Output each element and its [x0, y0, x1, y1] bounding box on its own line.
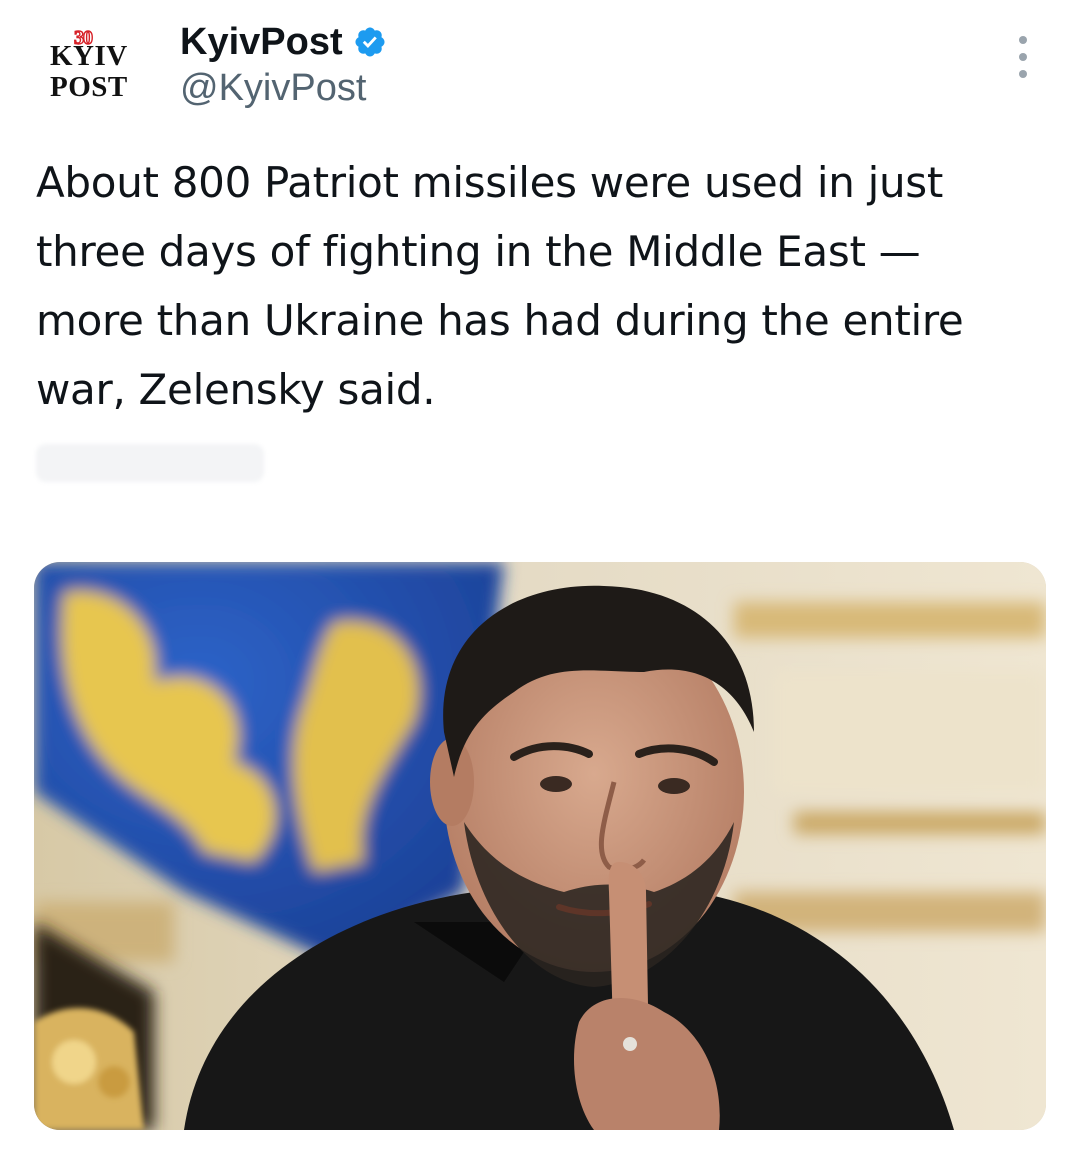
avatar[interactable]: 30 KYIV POST: [34, 26, 146, 106]
verified-badge-icon: [353, 25, 387, 59]
photo-illustration: [34, 562, 1046, 1130]
more-dot: [1019, 70, 1027, 78]
display-name[interactable]: KyivPost: [180, 20, 343, 64]
more-options-icon[interactable]: [1006, 36, 1040, 78]
more-dot: [1019, 53, 1027, 61]
avatar-logo-line-1: KYIV: [50, 40, 128, 72]
tweet-text: About 800 Patriot missiles were used in …: [36, 158, 964, 414]
more-dot: [1019, 36, 1027, 44]
account-handle[interactable]: @KyivPost: [180, 66, 366, 110]
tweet-photo[interactable]: [34, 562, 1046, 1130]
blurred-link-text: [36, 444, 264, 482]
author-name-row: KyivPost: [180, 20, 387, 64]
avatar-logo-line-2: POST: [50, 71, 128, 103]
